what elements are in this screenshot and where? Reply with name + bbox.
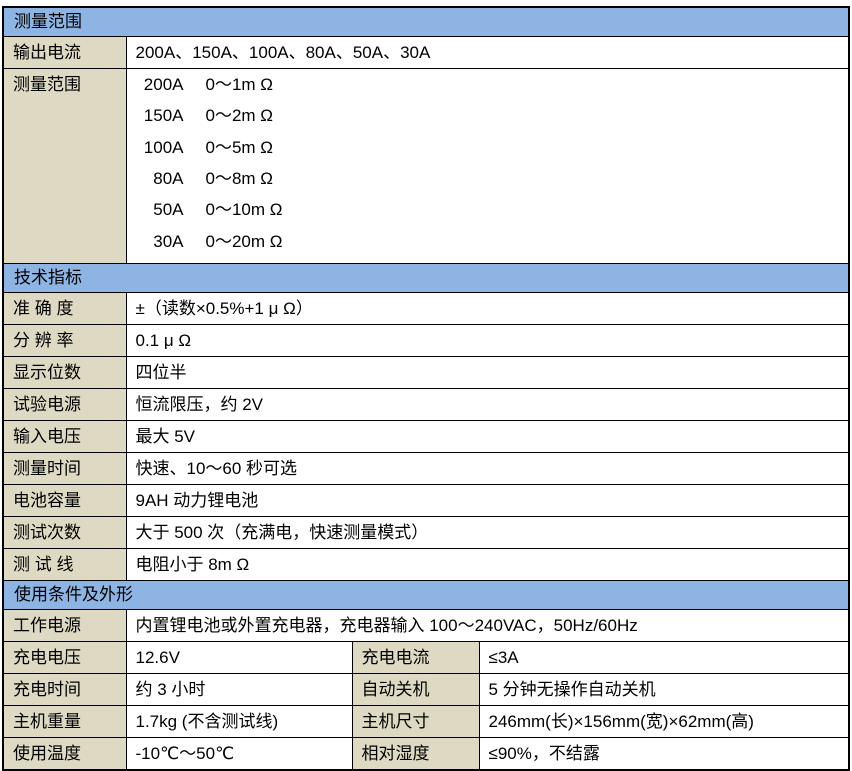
spec-label-charge-time: 充电时间 xyxy=(3,674,126,706)
spec-value-operating-temp: -10℃～50℃ xyxy=(126,738,352,771)
table-row: 测量范围 200A 0～1m Ω 150A 0～2m Ω 100A 0～5m Ω 80… xyxy=(3,69,849,264)
section-header-row: 技术指标 xyxy=(3,264,849,293)
spec-value-charge-voltage: 12.6V xyxy=(126,642,352,674)
spec-label-measure-range: 测量范围 xyxy=(3,69,126,264)
spec-label-test-lead: 测 试 线 xyxy=(3,549,126,581)
range-current: 100A xyxy=(136,138,184,158)
table-row: 主机重量 1.7kg (不含测试线) 主机尺寸 246mm(长)×156mm(宽… xyxy=(3,706,849,738)
spec-value-accuracy: ±（读数×0.5%+1 μ Ω） xyxy=(126,293,849,325)
spec-label-auto-shutdown: 自动关机 xyxy=(352,674,479,706)
spec-value-relative-humidity: ≤90%，不结露 xyxy=(479,738,849,771)
section-header-tech-spec: 技术指标 xyxy=(3,264,849,293)
spec-value-input-voltage: 最大 5V xyxy=(126,421,849,453)
spec-value-auto-shutdown: 5 分钟无操作自动关机 xyxy=(479,674,849,706)
range-value: 0～2m Ω xyxy=(206,106,274,126)
section-header-conditions: 使用条件及外形 xyxy=(3,581,849,610)
table-row: 测 试 线 电阻小于 8m Ω xyxy=(3,549,849,581)
table-row: 工作电源 内置锂电池或外置充电器，充电器输入 100～240VAC，50Hz/6… xyxy=(3,610,849,642)
range-current: 30A xyxy=(136,232,184,252)
table-row: 测量时间 快速、10～60 秒可选 xyxy=(3,453,849,485)
spec-table: 测量范围 输出电流 200A、150A、100A、80A、50A、30A 测量范… xyxy=(2,6,850,771)
range-line: 50A 0～10m Ω xyxy=(136,195,845,226)
spec-label-relative-humidity: 相对湿度 xyxy=(352,738,479,771)
section-header-row: 使用条件及外形 xyxy=(3,581,849,610)
spec-label-working-power: 工作电源 xyxy=(3,610,126,642)
spec-label-resolution: 分 辨 率 xyxy=(3,325,126,357)
spec-value-charge-time: 约 3 小时 xyxy=(126,674,352,706)
range-line: 150A 0～2m Ω xyxy=(136,100,845,131)
range-value: 0～10m Ω xyxy=(206,200,283,220)
table-row: 使用温度 -10℃～50℃ 相对湿度 ≤90%，不结露 xyxy=(3,738,849,771)
table-row: 测试次数 大于 500 次（充满电，快速测量模式） xyxy=(3,517,849,549)
section-header-row: 测量范围 xyxy=(3,7,849,37)
spec-label-accuracy: 准 确 度 xyxy=(3,293,126,325)
range-value: 0～20m Ω xyxy=(206,232,283,252)
range-current: 80A xyxy=(136,169,184,189)
section-header-measure-range: 测量范围 xyxy=(3,7,849,37)
table-row: 电池容量 9AH 动力锂电池 xyxy=(3,485,849,517)
spec-value-host-size: 246mm(长)×156mm(宽)×62mm(高) xyxy=(479,706,849,738)
spec-value-charge-current: ≤3A xyxy=(479,642,849,674)
spec-label-test-power: 试验电源 xyxy=(3,389,126,421)
spec-label-test-count: 测试次数 xyxy=(3,517,126,549)
spec-value-battery-capacity: 9AH 动力锂电池 xyxy=(126,485,849,517)
table-row: 充电电压 12.6V 充电电流 ≤3A xyxy=(3,642,849,674)
spec-value-host-weight: 1.7kg (不含测试线) xyxy=(126,706,352,738)
spec-value-measure-range: 200A 0～1m Ω 150A 0～2m Ω 100A 0～5m Ω 80A 0～8m… xyxy=(126,69,849,264)
range-value: 0～1m Ω xyxy=(206,75,274,95)
table-row: 充电时间 约 3 小时 自动关机 5 分钟无操作自动关机 xyxy=(3,674,849,706)
spec-label-battery-capacity: 电池容量 xyxy=(3,485,126,517)
range-value: 0～8m Ω xyxy=(206,169,274,189)
range-current: 150A xyxy=(136,106,184,126)
spec-label-charge-current: 充电电流 xyxy=(352,642,479,674)
spec-label-host-weight: 主机重量 xyxy=(3,706,126,738)
range-line: 80A 0～8m Ω xyxy=(136,163,845,194)
table-row: 输入电压 最大 5V xyxy=(3,421,849,453)
table-row: 显示位数 四位半 xyxy=(3,357,849,389)
spec-value-resolution: 0.1 μ Ω xyxy=(126,325,849,357)
spec-label-input-voltage: 输入电压 xyxy=(3,421,126,453)
spec-value-working-power: 内置锂电池或外置充电器，充电器输入 100～240VAC，50Hz/60Hz xyxy=(126,610,849,642)
spec-value-measure-time: 快速、10～60 秒可选 xyxy=(126,453,849,485)
table-row: 输出电流 200A、150A、100A、80A、50A、30A xyxy=(3,37,849,69)
spec-label-measure-time: 测量时间 xyxy=(3,453,126,485)
table-row: 分 辨 率 0.1 μ Ω xyxy=(3,325,849,357)
spec-value-output-current: 200A、150A、100A、80A、50A、30A xyxy=(126,37,849,69)
table-row: 试验电源 恒流限压，约 2V xyxy=(3,389,849,421)
spec-label-host-size: 主机尺寸 xyxy=(352,706,479,738)
range-line: 200A 0～1m Ω xyxy=(136,69,845,100)
spec-label-operating-temp: 使用温度 xyxy=(3,738,126,771)
spec-label-display-digits: 显示位数 xyxy=(3,357,126,389)
range-line: 100A 0～5m Ω xyxy=(136,132,845,163)
range-current: 200A xyxy=(136,75,184,95)
range-current: 50A xyxy=(136,200,184,220)
spec-label-output-current: 输出电流 xyxy=(3,37,126,69)
spec-value-test-power: 恒流限压，约 2V xyxy=(126,389,849,421)
table-row: 准 确 度 ±（读数×0.5%+1 μ Ω） xyxy=(3,293,849,325)
spec-value-display-digits: 四位半 xyxy=(126,357,849,389)
spec-label-charge-voltage: 充电电压 xyxy=(3,642,126,674)
range-line: 30A 0～20m Ω xyxy=(136,226,845,257)
spec-value-test-lead: 电阻小于 8m Ω xyxy=(126,549,849,581)
spec-value-test-count: 大于 500 次（充满电，快速测量模式） xyxy=(126,517,849,549)
range-value: 0～5m Ω xyxy=(206,138,274,158)
